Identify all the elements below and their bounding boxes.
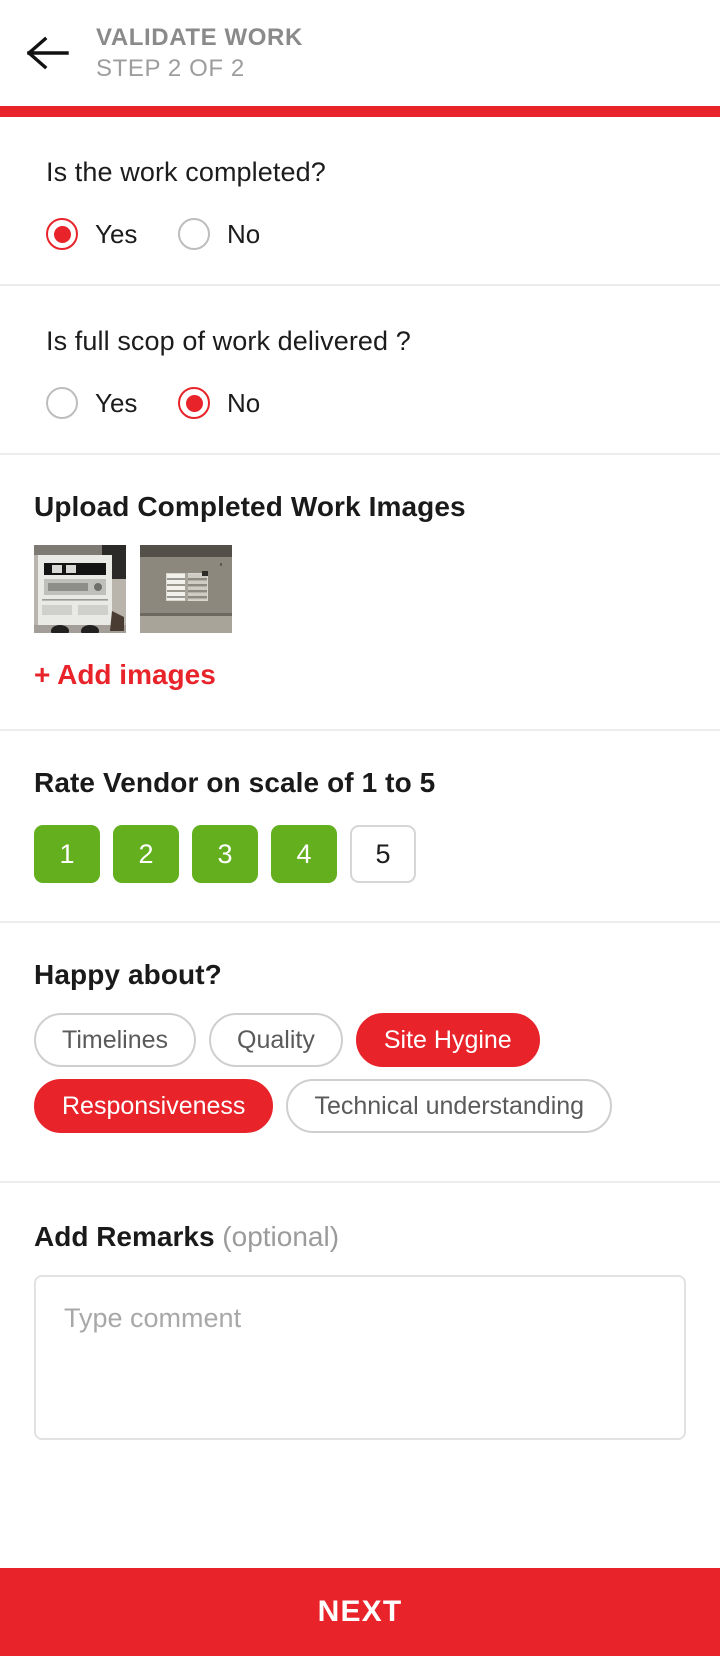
window-grille-room-photo: [140, 545, 232, 633]
question-1-option-yes[interactable]: Yes: [46, 218, 178, 250]
radio-selected-icon: [46, 218, 78, 250]
question-1-text: Is the work completed?: [46, 157, 326, 187]
question-2-text: Is full scop of work delivered ?: [46, 326, 411, 356]
remarks-section: Add Remarks (optional): [0, 1183, 720, 1485]
rating-option-5[interactable]: 5: [350, 825, 416, 883]
header-titles: VALIDATE WORK STEP 2 OF 2: [96, 23, 303, 83]
arrow-left-icon: [27, 36, 69, 70]
tag-site-hygine[interactable]: Site Hygine: [355, 1013, 540, 1067]
uploaded-image-thumbnail[interactable]: [34, 545, 126, 633]
rating-option-3[interactable]: 3: [192, 825, 258, 883]
app-header: VALIDATE WORK STEP 2 OF 2: [0, 0, 720, 106]
radio-unselected-icon: [46, 387, 78, 419]
form-body: Is the work completed? Yes No Is full sc…: [0, 117, 720, 1568]
question-2-option-no-label: No: [227, 387, 261, 418]
happy-about-section: Happy about? Timelines Quality Site Hygi…: [0, 923, 720, 1183]
tag-timelines[interactable]: Timelines: [34, 1013, 197, 1067]
upload-images-section: Upload Completed Work Images + Add image…: [0, 455, 720, 731]
question-1-option-yes-label: Yes: [95, 218, 138, 249]
rating-option-2[interactable]: 2: [113, 825, 179, 883]
rate-vendor-section: Rate Vendor on scale of 1 to 5 1 2 3 4 5: [0, 731, 720, 923]
header-accent-bar: [0, 106, 720, 117]
remarks-label-text: Add Remarks: [34, 1221, 215, 1252]
uploaded-thumbnails: [34, 545, 686, 633]
question-section-2: Is full scop of work delivered ? Yes No: [0, 286, 720, 455]
next-button[interactable]: NEXT: [0, 1568, 720, 1656]
rating-scale: 1 2 3 4 5: [34, 825, 686, 883]
question-section-1: Is the work completed? Yes No: [0, 117, 720, 286]
remarks-input[interactable]: [34, 1275, 686, 1440]
rate-vendor-title: Rate Vendor on scale of 1 to 5: [34, 767, 436, 798]
tag-responsiveness[interactable]: Responsiveness: [34, 1079, 274, 1133]
question-2-options: Yes No: [46, 387, 686, 419]
tag-quality[interactable]: Quality: [209, 1013, 343, 1067]
validate-work-screen: VALIDATE WORK STEP 2 OF 2 Is the work co…: [0, 0, 720, 1656]
page-step-label: STEP 2 OF 2: [96, 55, 245, 82]
back-button[interactable]: [0, 0, 96, 106]
upload-images-title: Upload Completed Work Images: [34, 491, 466, 522]
question-1-options: Yes No: [46, 218, 686, 250]
rating-option-4[interactable]: 4: [271, 825, 337, 883]
happy-about-title: Happy about?: [34, 959, 222, 990]
radio-unselected-icon: [178, 218, 210, 250]
uploaded-image-thumbnail[interactable]: [140, 545, 232, 633]
question-2-option-yes-label: Yes: [95, 387, 138, 418]
remarks-label: Add Remarks (optional): [34, 1221, 686, 1253]
remarks-optional-text: (optional): [222, 1221, 340, 1252]
rating-option-1[interactable]: 1: [34, 825, 100, 883]
happy-about-tags: Timelines Quality Site Hygine Responsive…: [34, 1013, 674, 1145]
page-title: VALIDATE WORK: [96, 24, 303, 52]
question-2-option-no[interactable]: No: [178, 387, 260, 419]
tag-technical-understanding[interactable]: Technical understanding: [286, 1079, 613, 1133]
radio-selected-icon: [178, 387, 210, 419]
question-1-option-no[interactable]: No: [178, 218, 260, 250]
question-2-option-yes[interactable]: Yes: [46, 387, 178, 419]
floor-plan-drawing-photo: [34, 545, 126, 633]
question-1-option-no-label: No: [227, 218, 261, 249]
add-images-button[interactable]: + Add images: [34, 659, 216, 691]
